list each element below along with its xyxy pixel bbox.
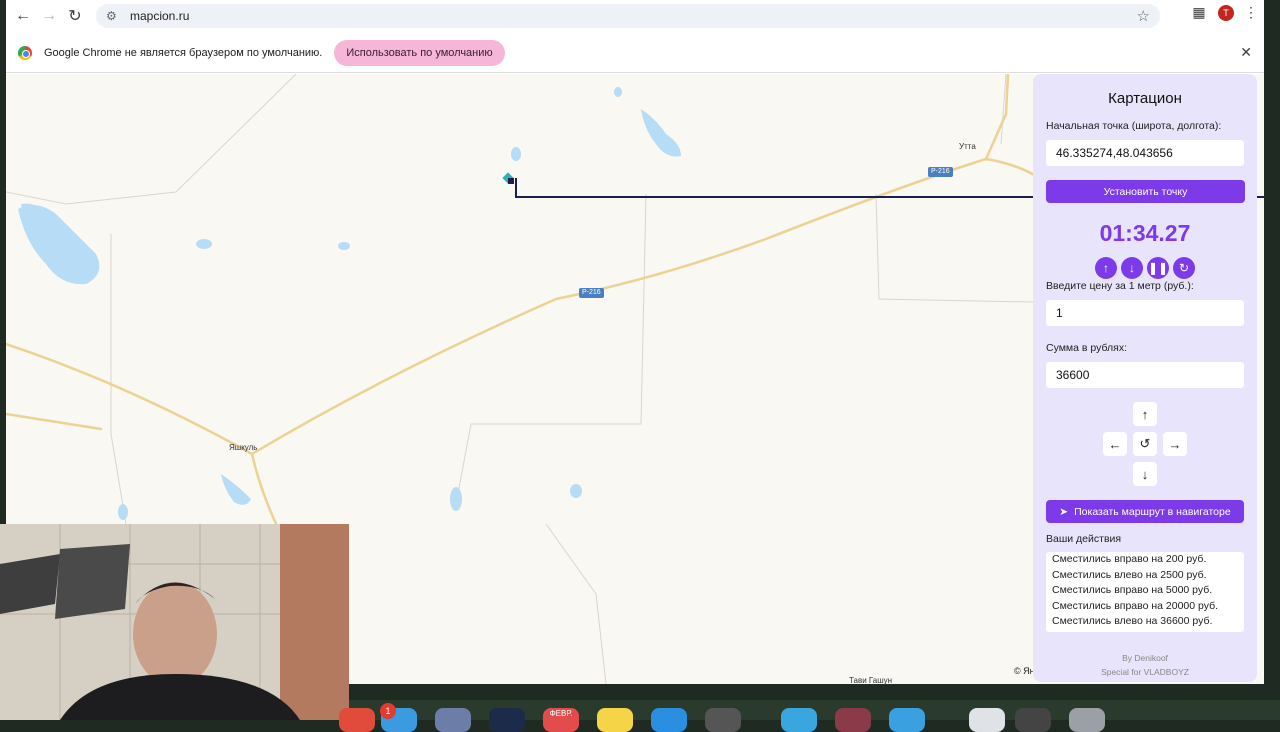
lake [614,87,622,97]
lake [450,487,462,511]
action-item: Сместились влево на 2500 руб. [1052,568,1207,581]
app-icon[interactable] [435,708,471,732]
extensions-icon[interactable]: ▦ [1188,4,1210,21]
show-route-label: Показать маршрут в навигаторе [1074,505,1231,518]
lake [118,504,128,520]
app-icon[interactable] [489,708,525,732]
arrow-down-icon[interactable]: ↓ [1121,257,1143,279]
sum-label: Сумма в рублях: [1046,342,1128,354]
price-label: Введите цену за 1 метр (руб.): [1046,280,1194,292]
action-item: Сместились вправо на 5000 руб. [1052,584,1213,597]
app-icon[interactable] [835,708,871,732]
lake [221,474,251,505]
profile-avatar[interactable]: T [1218,4,1234,21]
map-copyright[interactable]: © Ян [1014,666,1035,676]
place-label: Яшкуль [229,443,258,452]
bookmark-star-icon[interactable]: ☆ [1137,7,1150,25]
start-point-input[interactable]: 46.335274,48.043656 [1046,140,1244,166]
back-icon[interactable]: ← [10,3,36,29]
lake [196,239,212,249]
site-settings-icon[interactable]: ⚙ [106,9,122,23]
notes-icon[interactable] [597,708,633,732]
panel-title: Картацион [1108,90,1182,107]
move-down-button[interactable]: ↓ [1133,462,1157,486]
set-point-button[interactable]: Установить точку [1046,180,1245,203]
road-shield: Р-216 [928,167,953,177]
url-text[interactable]: mapcion.ru [130,9,189,23]
pause-icon[interactable]: ❚❚ [1147,257,1169,279]
app-icon[interactable] [1015,708,1051,732]
toolbar-right: ▦ T ⋮ [1188,4,1260,21]
border-line [6,74,297,205]
author-credit: By Denikoof [1122,653,1168,663]
app-icon[interactable] [339,708,375,732]
price-input[interactable]: 1 [1046,300,1244,326]
timer-controls: ↑ ↓ ❚❚ ↻ [1095,257,1195,279]
default-browser-infobar: Google Chrome не является браузером по у… [6,33,1264,73]
reload-icon[interactable]: ↻ [62,3,88,29]
chrome-logo-icon [18,45,32,60]
address-bar[interactable]: ⚙ mapcion.ru ☆ [96,4,1160,28]
place-label: Утта [959,142,976,151]
border-line [455,193,647,505]
move-up-button[interactable]: ↑ [1133,402,1157,426]
app-icon[interactable] [781,708,817,732]
close-icon[interactable]: ✕ [1240,44,1252,61]
app-icon[interactable] [651,708,687,732]
show-route-button[interactable]: ➤ Показать маршрут в навигаторе [1046,500,1244,523]
border-line [545,523,607,684]
action-item: Сместились вправо на 20000 руб. [1052,599,1219,612]
move-right-button[interactable]: → [1163,432,1187,456]
border-line [110,234,127,525]
timer-display: 01:34.27 [1099,220,1191,246]
road-shield: Р-216 [579,288,604,298]
app-icon[interactable] [889,708,925,732]
webcam-overlay [0,524,349,720]
road [6,412,103,431]
trash-icon[interactable] [1069,708,1105,732]
macos-dock: ФЕВР. [339,700,1280,732]
route-icon: ➤ [1059,505,1069,518]
road [250,452,283,536]
refresh-icon[interactable]: ↻ [1173,257,1195,279]
forward-icon[interactable]: → [36,3,62,29]
browser-toolbar: ← → ↻ ⚙ mapcion.ru ☆ ▦ T ⋮ [6,0,1264,32]
app-icon[interactable] [705,708,741,732]
menu-icon[interactable]: ⋮ [1242,4,1260,21]
lake [641,109,681,157]
action-item: Сместились влево на 36600 руб. [1052,615,1213,628]
kartacion-panel: Картацион Начальная точка (широта, долго… [1033,74,1257,682]
reset-button[interactable]: ↺ [1133,432,1157,456]
special-credit: Special for VLADBOYZ [1101,667,1189,677]
arrow-up-icon[interactable]: ↑ [1095,257,1117,279]
sum-input[interactable]: 36600 [1046,362,1244,388]
actions-label: Ваши действия [1046,533,1122,545]
action-item: Сместились вправо на 200 руб. [1052,553,1207,565]
start-marker [502,172,514,184]
lake [338,242,350,250]
road-r216 [6,157,1038,456]
document-icon[interactable] [969,708,1005,732]
calendar-icon[interactable]: ФЕВР. [543,708,579,732]
set-default-button[interactable]: Использовать по умолчанию [334,39,505,66]
webcam-image [0,524,349,720]
lake [511,147,521,161]
place-label: Тави Гашун [849,676,893,684]
infobar-message: Google Chrome не является браузером по у… [44,46,323,59]
start-point-label: Начальная точка (широта, долгота): [1046,120,1222,132]
actions-log[interactable]: Сместились вправо на 200 руб. Сместились… [1046,552,1244,632]
border-line [875,193,1034,303]
notification-badge: 1 [380,703,396,719]
move-left-button[interactable]: ← [1103,432,1127,456]
lake [570,484,582,498]
